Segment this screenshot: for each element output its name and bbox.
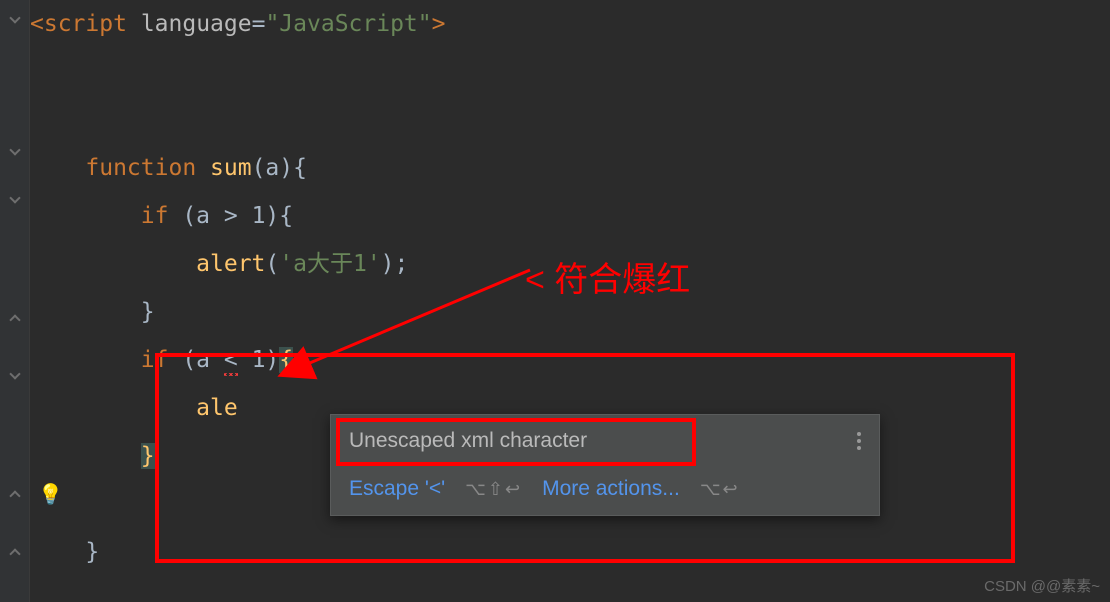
condition: (a > 1){: [168, 203, 293, 229]
brace-match: }: [141, 443, 155, 469]
tag-name: script: [44, 11, 127, 37]
fold-chevron-icon[interactable]: [9, 314, 20, 325]
gutter: [0, 0, 30, 602]
fold-chevron-icon[interactable]: [9, 12, 20, 23]
function-name: sum: [210, 155, 252, 181]
shortcut-hint: ⌥↩: [700, 479, 740, 500]
fold-chevron-icon[interactable]: [9, 548, 20, 559]
fold-chevron-icon[interactable]: [9, 192, 20, 203]
more-actions-link[interactable]: More actions...: [542, 477, 680, 501]
tag-open: <: [30, 11, 44, 37]
brace-close: }: [141, 299, 155, 325]
params: (a){: [252, 155, 307, 181]
paren: (: [265, 251, 279, 277]
escape-action-link[interactable]: Escape '<': [349, 477, 445, 501]
kw-function: function: [85, 155, 196, 181]
fold-chevron-icon[interactable]: [9, 144, 20, 155]
fold-chevron-icon[interactable]: [9, 368, 20, 379]
equals: =: [252, 11, 266, 37]
tag-close: >: [432, 11, 446, 37]
watermark: CSDN @@素素~: [984, 575, 1100, 596]
attr-name: language: [141, 11, 252, 37]
more-icon[interactable]: [857, 432, 861, 450]
fold-chevron-icon[interactable]: [9, 490, 20, 501]
shortcut-hint: ⌥⇧↩: [465, 479, 522, 500]
brace-close: }: [85, 539, 99, 565]
kw-if: if: [141, 203, 169, 229]
attr-value: "JavaScript": [265, 11, 431, 37]
fn-alert: alert: [196, 251, 265, 277]
annotation-arrow: [290, 260, 550, 390]
annotation-box-small: [336, 418, 696, 466]
